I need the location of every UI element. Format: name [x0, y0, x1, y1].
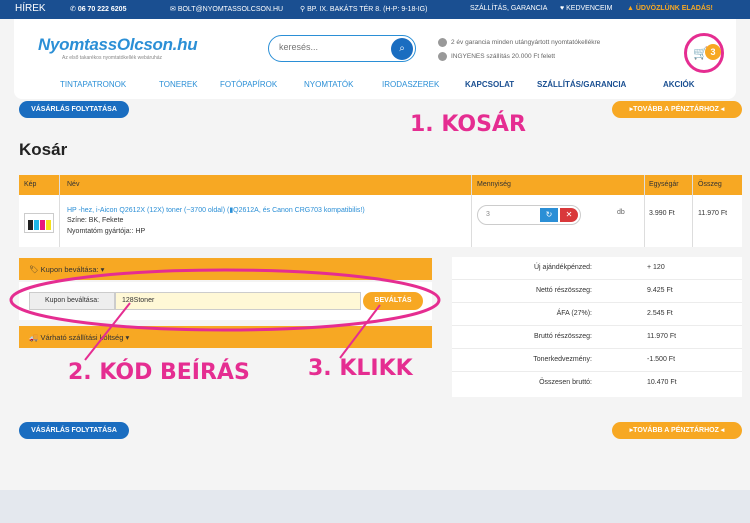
summary-row: Nettó részösszeg: 9.425 Ft: [452, 280, 742, 303]
summary-row: Bruttó részösszeg: 11.970 Ft: [452, 326, 742, 349]
annotation-code-entry: 2. KÓD BEÍRÁS: [68, 360, 250, 385]
continue-shopping-button-bottom[interactable]: VÁSÁRLÁS FOLYTATÁSA: [19, 422, 129, 439]
summary-row: Új ajándékpénzed: + 120: [452, 257, 742, 280]
annotation-click: 3. KLIKK: [308, 356, 413, 381]
checkout-button-bottom[interactable]: ▸TOVÁBB A PÉNZTÁRHOZ ◂: [612, 422, 742, 439]
summary-row: ÁFA (27%): 2.545 Ft: [452, 303, 742, 326]
order-summary: Új ajándékpénzed: + 120 Nettó részösszeg:…: [452, 257, 742, 397]
summary-row: Összesen bruttó: 10.470 Ft: [539, 379, 677, 386]
summary-row: Tonerkedvezmény: -1.500 Ft: [452, 349, 742, 372]
footer-band: [0, 490, 750, 523]
